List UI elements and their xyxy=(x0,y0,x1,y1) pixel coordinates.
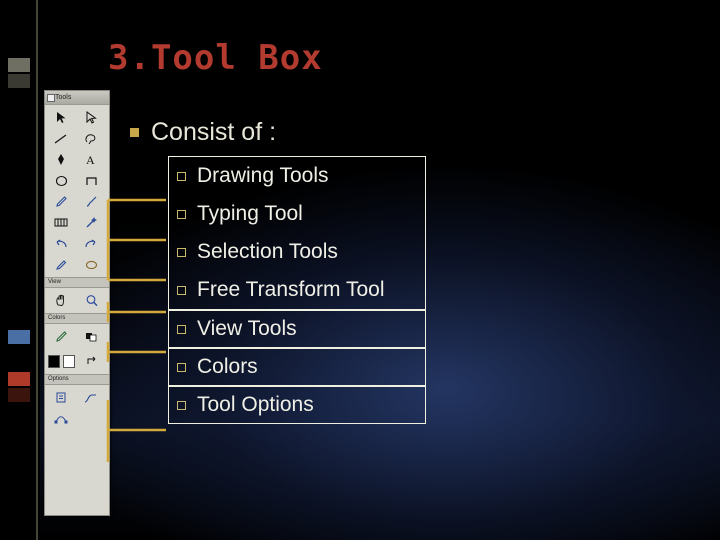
pen-icon xyxy=(46,149,76,170)
list-item-label: Tool Options xyxy=(197,393,314,416)
hollow-bullet-icon xyxy=(177,362,186,372)
list-item-label: Typing Tool xyxy=(197,202,303,225)
swatch-black xyxy=(48,355,61,368)
square-bullet-icon xyxy=(130,128,139,137)
list-item-label: Colors xyxy=(197,355,258,378)
decor-mark-grey-2 xyxy=(8,74,30,88)
hollow-bullet-icon xyxy=(177,209,186,219)
items-list: Drawing Tools Typing Tool Selection Tool… xyxy=(168,156,426,424)
strip-divider-line xyxy=(36,0,38,540)
color-pencil-icon xyxy=(46,326,76,347)
list-item: Free Transform Tool xyxy=(169,271,425,309)
consist-label: Consist of : xyxy=(151,118,277,146)
node-icon xyxy=(46,408,76,429)
pencil-icon xyxy=(46,191,76,212)
list-item-label: Selection Tools xyxy=(197,240,338,263)
list-item: Colors xyxy=(168,348,426,386)
line-icon xyxy=(46,128,76,149)
options-icon xyxy=(46,387,76,408)
decor-mark-grey-1 xyxy=(8,58,30,72)
hollow-bullet-icon xyxy=(177,400,186,410)
consist-line: Consist of : xyxy=(130,118,276,147)
list-item-label: View Tools xyxy=(197,317,297,340)
undo-arrow-icon xyxy=(46,233,76,254)
list-item-label: Free Transform Tool xyxy=(197,278,385,301)
list-item-label: Drawing Tools xyxy=(197,164,329,187)
list-item: Drawing Tools xyxy=(169,157,425,195)
hollow-bullet-icon xyxy=(177,285,186,295)
swatch-white xyxy=(63,355,76,368)
hollow-bullet-icon xyxy=(177,324,186,334)
list-item: Typing Tool xyxy=(169,195,425,233)
page-title: 3.Tool Box xyxy=(108,38,323,78)
eyedropper-icon xyxy=(46,254,76,275)
list-item: Selection Tools xyxy=(169,233,425,271)
arrow-select-icon xyxy=(46,107,76,128)
gradient-icon xyxy=(46,212,76,233)
decor-mark-blue xyxy=(8,330,30,344)
list-item: View Tools xyxy=(168,310,426,348)
slide: 3.Tool Box Tools A View Colors Options C… xyxy=(0,0,720,540)
decor-mark-dark-red xyxy=(8,388,30,402)
list-item: Tool Options xyxy=(168,386,426,424)
hollow-bullet-icon xyxy=(177,171,186,181)
svg-text:A: A xyxy=(86,153,95,166)
left-decor-strip xyxy=(0,0,40,540)
items-group-boxed: Drawing Tools Typing Tool Selection Tool… xyxy=(168,156,426,310)
ellipse-icon xyxy=(46,170,76,191)
hand-icon xyxy=(46,290,76,311)
hollow-bullet-icon xyxy=(177,247,186,257)
decor-mark-red xyxy=(8,372,30,386)
